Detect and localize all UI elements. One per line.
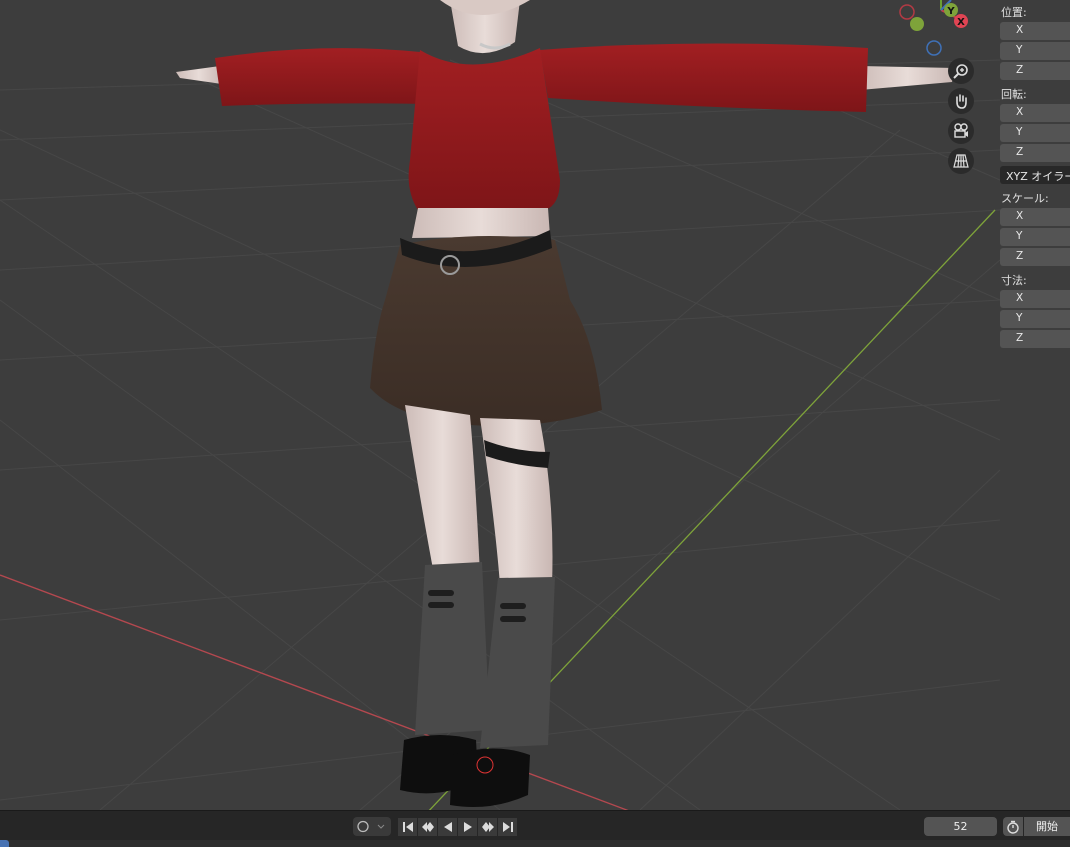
dimensions-x-field[interactable]: X	[1000, 290, 1070, 308]
transform-panel: 位置: X Y Z 回転: X Y Z XYZ オイラー スケール: X Y Z…	[998, 0, 1070, 352]
jump-end-button[interactable]	[498, 818, 517, 836]
grid-perspective-icon[interactable]	[948, 148, 974, 174]
play-button[interactable]	[458, 818, 477, 836]
character-model	[176, 0, 955, 808]
scale-z-field[interactable]: Z	[1000, 248, 1070, 266]
location-label: 位置:	[1001, 6, 1027, 19]
play-reverse-button[interactable]	[438, 818, 457, 836]
circle-icon	[357, 820, 385, 833]
prev-keyframe-button[interactable]	[418, 818, 437, 836]
camera-icon[interactable]	[948, 118, 974, 144]
3d-viewport[interactable]: Y X 位置: X Y Z 回転: X Y Z XYZ オイラー スケール: X…	[0, 0, 1070, 810]
playhead-marker[interactable]	[0, 840, 9, 847]
keyframe-toggle[interactable]	[353, 817, 391, 836]
location-z-field[interactable]: Z	[1000, 62, 1070, 80]
gizmo-x-label: X	[957, 17, 965, 28]
stopwatch-icon[interactable]	[1003, 817, 1023, 836]
hand-pan-icon[interactable]	[948, 88, 974, 114]
scene-canvas	[0, 0, 1001, 810]
rotation-mode-dropdown[interactable]: XYZ オイラー	[1000, 166, 1070, 184]
rotation-label: 回転:	[1001, 88, 1027, 101]
location-x-field[interactable]: X	[1000, 22, 1070, 40]
scale-y-field[interactable]: Y	[1000, 228, 1070, 246]
dimensions-y-field[interactable]: Y	[1000, 310, 1070, 328]
timeline-header: 52 開始	[0, 810, 1070, 841]
location-y-field[interactable]: Y	[1000, 42, 1070, 60]
rotation-y-field[interactable]: Y	[1000, 124, 1070, 142]
dimensions-label: 寸法:	[1001, 274, 1027, 287]
rotation-x-field[interactable]: X	[1000, 104, 1070, 122]
zoom-icon[interactable]	[948, 58, 974, 84]
next-keyframe-button[interactable]	[478, 818, 497, 836]
dimensions-z-field[interactable]: Z	[1000, 330, 1070, 348]
current-frame-field[interactable]: 52	[924, 817, 997, 836]
navigation-gizmo[interactable]: Y X	[895, 0, 975, 60]
start-frame-field[interactable]: 開始	[1024, 817, 1070, 836]
rotation-z-field[interactable]: Z	[1000, 144, 1070, 162]
jump-start-button[interactable]	[398, 818, 417, 836]
timeline-ruler[interactable]	[0, 840, 1070, 847]
scale-x-field[interactable]: X	[1000, 208, 1070, 226]
scale-label: スケール:	[1001, 192, 1049, 205]
gizmo-y-label: Y	[946, 6, 955, 17]
